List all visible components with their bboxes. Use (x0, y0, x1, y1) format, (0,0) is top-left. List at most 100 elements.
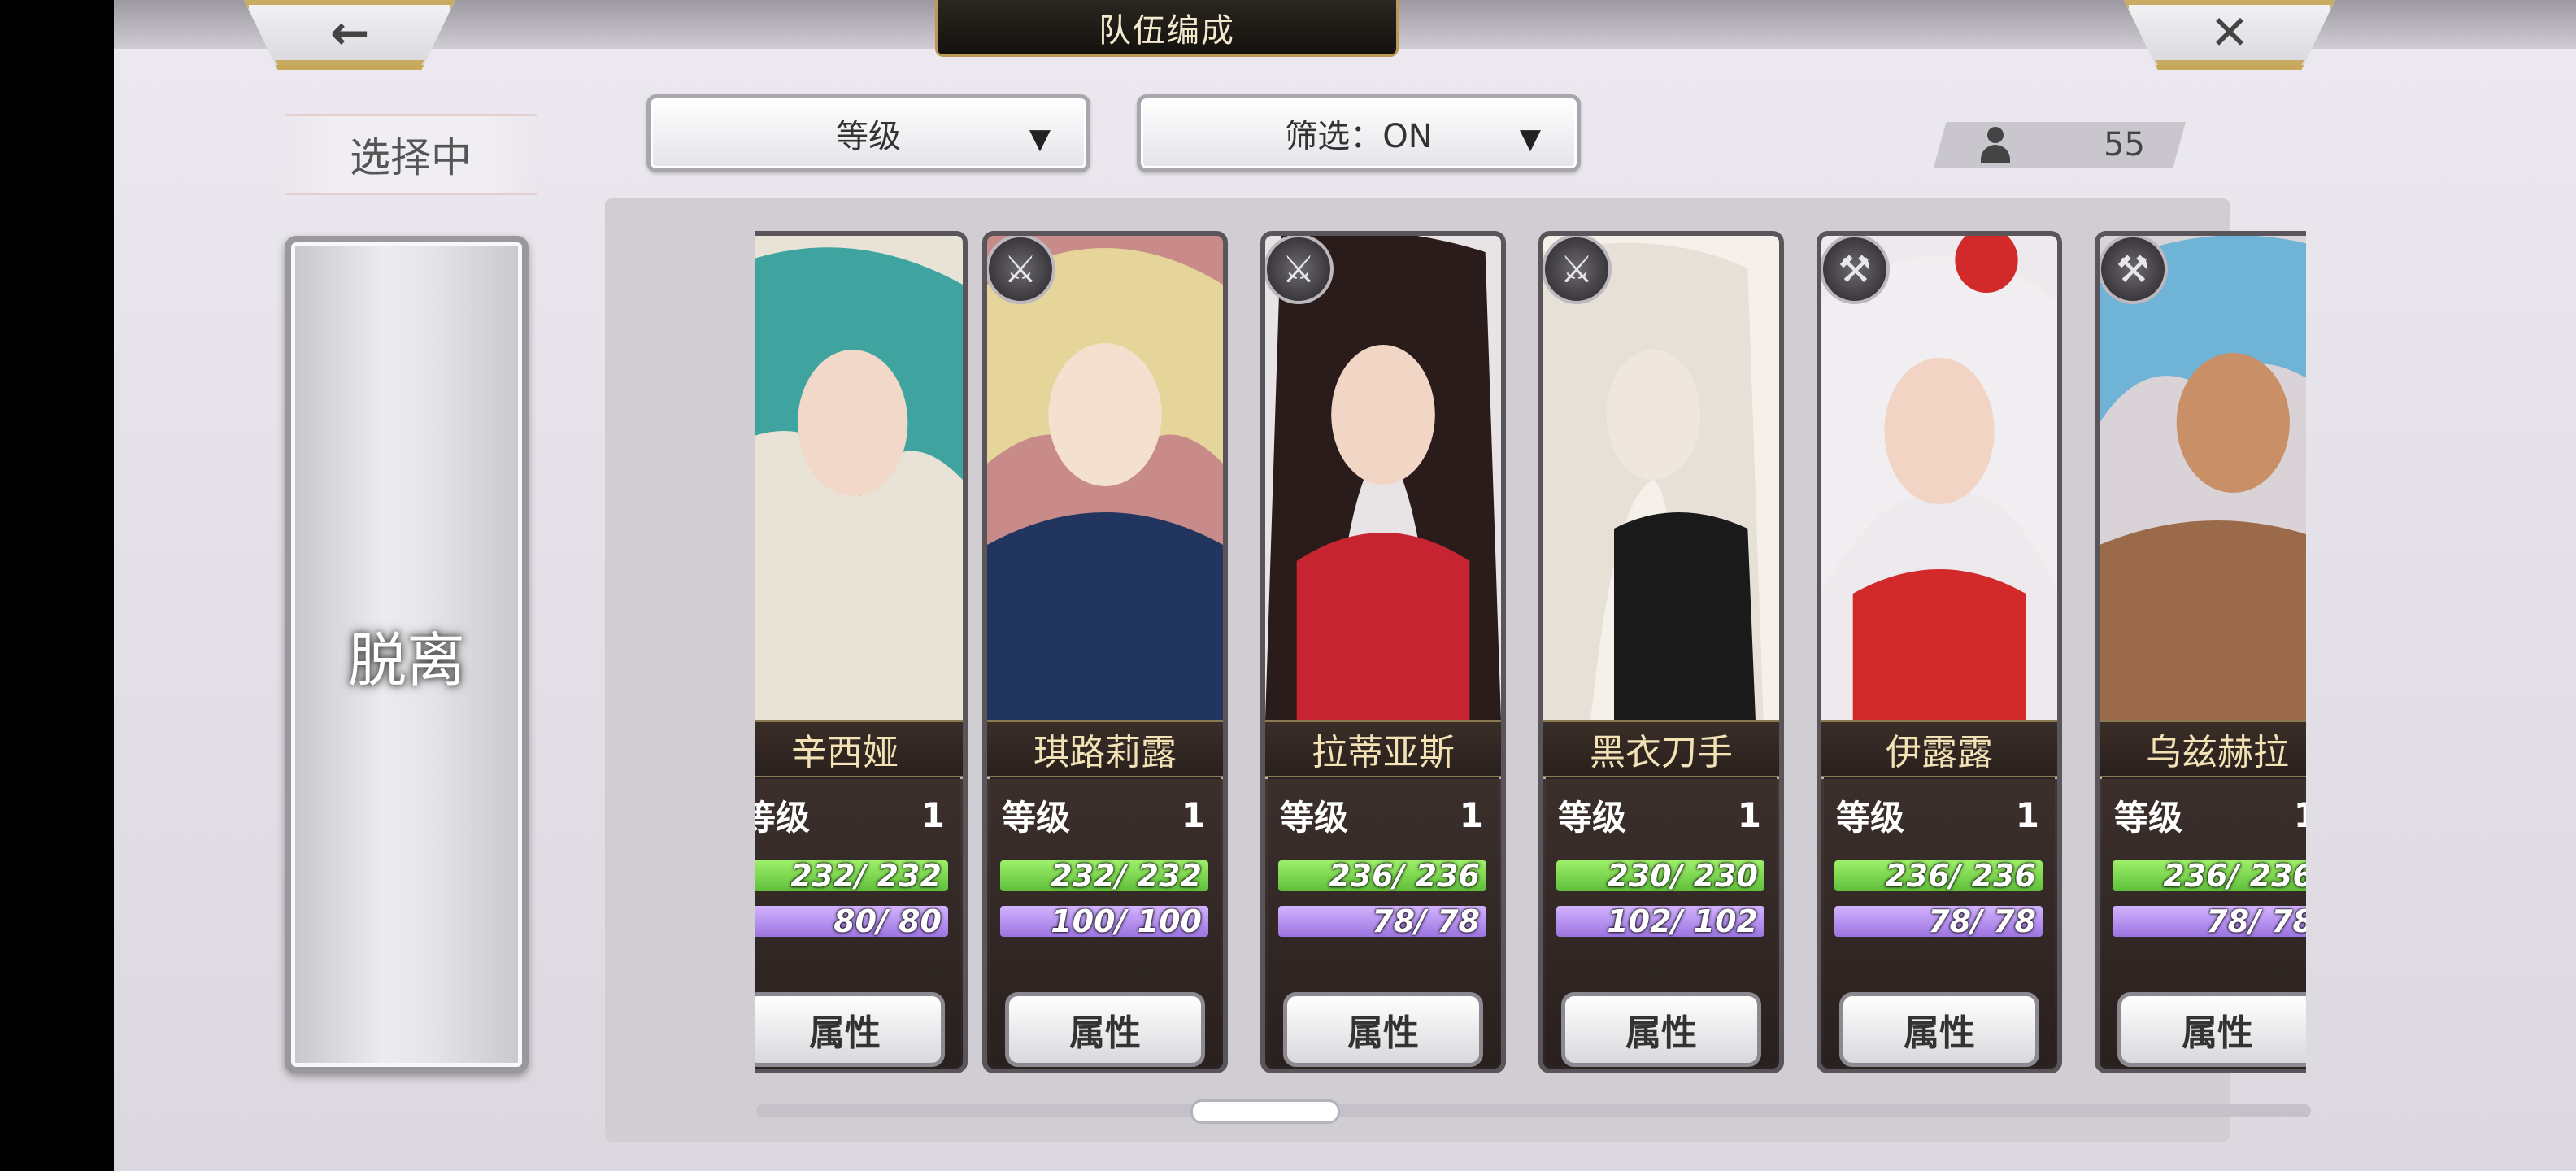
chevron-down-icon: ▼ (1029, 123, 1051, 155)
filter-dropdown[interactable]: 筛选：ON ▼ (1137, 94, 1581, 172)
portrait-outfit (755, 541, 963, 720)
level-label: 等级 (2114, 797, 2183, 838)
character-stats: 等级 1 236/ 236 78/ 78 属性 (1821, 779, 2057, 1069)
axe-icon: ⚒ (1821, 236, 1890, 304)
portrait-outfit (1852, 569, 2026, 720)
character-name-band: 拉蒂亚斯 (1265, 720, 1501, 777)
selecting-label: 选择中 (285, 114, 537, 195)
level-row: 等级 1 (1280, 790, 1483, 839)
character-name-band: 辛西娅 (755, 720, 963, 777)
portrait-face (1884, 358, 1995, 504)
attributes-button[interactable]: 属性 (1839, 992, 2039, 1067)
character-stats: 等级 1 236/ 236 78/ 78 属性 (1265, 779, 1501, 1069)
portrait-face (1331, 345, 1435, 485)
character-card[interactable]: ⚒ 乌兹赫拉 等级 1 236/ 236 78/ 78 属性 (2095, 231, 2306, 1073)
roster-list[interactable]: 辛西娅 等级 1 232/ 232 80/ 80 属性 ⚔ 琪路莉露 等级 1 (755, 231, 2306, 1077)
character-portrait (1543, 236, 1779, 720)
level-label: 等级 (1558, 797, 1627, 838)
portrait-outfit (987, 512, 1223, 720)
close-icon: ✕ (2209, 5, 2250, 60)
character-card[interactable]: ⚔ 琪路莉露 等级 1 232/ 232 100/ 100 属性 (982, 231, 1228, 1073)
mp-bar: 102/ 102 (1556, 903, 1764, 939)
user-icon (1979, 127, 2012, 163)
level-row: 等级 1 (1002, 790, 1205, 839)
attributes-button-label: 属性 (809, 1012, 881, 1054)
character-portrait (1821, 236, 2057, 720)
portrait-face (1048, 343, 1162, 486)
attributes-button-label: 属性 (1347, 1012, 1419, 1054)
mp-bar: 78/ 78 (1834, 903, 2043, 939)
character-stats: 等级 1 232/ 232 80/ 80 属性 (755, 779, 963, 1069)
sort-dropdown[interactable]: 等级 ▼ (646, 94, 1090, 172)
portrait-outfit (2100, 520, 2306, 720)
attributes-button-label: 属性 (2182, 1012, 2253, 1054)
character-name: 琪路莉露 (1033, 732, 1177, 773)
hp-bar: 236/ 236 (1834, 858, 2043, 894)
character-stats: 等级 1 236/ 236 78/ 78 属性 (2100, 779, 2306, 1069)
sword-icon: ⚔ (987, 236, 1055, 304)
attributes-button-label: 属性 (1904, 1012, 1975, 1054)
hp-value: 236/ 236 (2163, 858, 2306, 894)
character-portrait (987, 236, 1223, 720)
mp-bar: 78/ 78 (1278, 903, 1486, 939)
back-button[interactable]: ← (244, 0, 455, 70)
character-name: 辛西娅 (791, 732, 899, 773)
character-name-band: 乌兹赫拉 (2100, 720, 2306, 777)
hp-value: 236/ 236 (1329, 858, 1480, 894)
character-card[interactable]: 辛西娅 等级 1 232/ 232 80/ 80 属性 (755, 231, 968, 1073)
mp-bar: 80/ 80 (755, 903, 948, 939)
selecting-label-text: 选择中 (350, 134, 472, 181)
hp-value: 232/ 232 (1051, 858, 1202, 894)
level-row: 等级 1 (1836, 790, 2039, 839)
attributes-button[interactable]: 属性 (755, 992, 945, 1067)
hp-bar: 232/ 232 (755, 858, 948, 894)
level-value: 1 (1181, 794, 1205, 835)
title-plate: 队伍编成 (935, 0, 1399, 57)
filter-dropdown-value: 筛选：ON (1285, 118, 1433, 155)
blade-icon: ⚔ (1543, 236, 1612, 304)
attributes-button[interactable]: 属性 (1005, 992, 1205, 1067)
portrait-face (2176, 353, 2290, 493)
mp-value: 102/ 102 (1607, 903, 1758, 939)
character-name: 拉蒂亚斯 (1312, 732, 1455, 773)
roster-scroll-thumb[interactable] (1190, 1099, 1340, 1124)
level-label: 等级 (1280, 797, 1349, 838)
character-stats: 等级 1 232/ 232 100/ 100 属性 (987, 779, 1223, 1069)
character-stats: 等级 1 230/ 230 102/ 102 属性 (1543, 779, 1779, 1069)
attributes-button-label: 属性 (1625, 1012, 1697, 1054)
hp-bar: 236/ 236 (1278, 858, 1486, 894)
character-name-band: 伊露露 (1821, 720, 2057, 777)
attributes-button[interactable]: 属性 (1561, 992, 1761, 1067)
character-card[interactable]: ⚔ 拉蒂亚斯 等级 1 236/ 236 78/ 78 属性 (1260, 231, 1506, 1073)
mp-bar: 78/ 78 (2113, 903, 2306, 939)
mp-value: 100/ 100 (1051, 903, 1202, 939)
portrait-face (1606, 350, 1701, 480)
level-value: 1 (2294, 795, 2306, 835)
mp-value: 78/ 78 (1372, 903, 1480, 939)
axe-icon: ⚒ (2100, 236, 2168, 304)
character-card[interactable]: ⚒ 伊露露 等级 1 236/ 236 78/ 78 属性 (1817, 231, 2062, 1073)
level-value: 1 (920, 794, 945, 835)
mp-bar: 100/ 100 (1000, 903, 1208, 939)
attributes-button[interactable]: 属性 (1283, 992, 1483, 1067)
character-name: 伊露露 (1886, 732, 1993, 773)
sort-dropdown-value: 等级 (836, 118, 901, 155)
attributes-button[interactable]: 属性 (2117, 992, 2306, 1067)
character-portrait (755, 236, 963, 720)
close-button[interactable]: ✕ (2124, 0, 2335, 70)
character-card[interactable]: ⚔ 黑衣刀手 等级 1 230/ 230 102/ 102 属性 (1538, 231, 1784, 1073)
character-portrait (2100, 236, 2306, 720)
arrow-left-icon: ← (329, 5, 370, 60)
level-value: 1 (2015, 794, 2039, 835)
mp-value: 78/ 78 (1928, 903, 2036, 939)
mp-value: 78/ 78 (2206, 903, 2306, 939)
attributes-button-label: 属性 (1069, 1012, 1141, 1054)
level-label: 等级 (1002, 797, 1071, 838)
portrait-outfit (1614, 512, 1756, 720)
hp-value: 232/ 232 (790, 858, 942, 894)
member-count-badge: 55 (1934, 122, 2186, 168)
roster-scroll-track[interactable] (756, 1104, 2311, 1117)
level-value: 1 (1459, 794, 1483, 835)
hp-value: 236/ 236 (1885, 858, 2036, 894)
leave-party-button[interactable]: 脱离 (285, 236, 529, 1073)
